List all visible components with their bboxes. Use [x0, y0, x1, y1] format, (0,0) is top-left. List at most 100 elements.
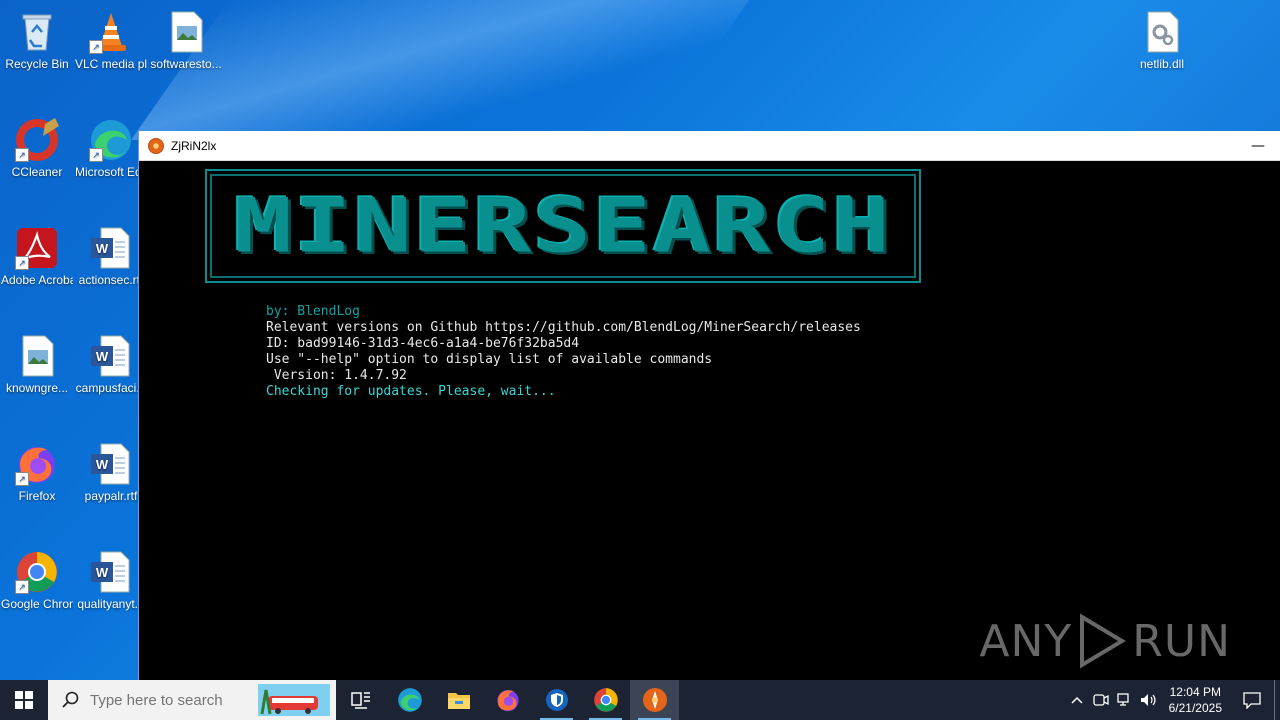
acrobat-icon: ↗	[15, 226, 59, 270]
search-highlight-illustration-icon	[258, 684, 330, 716]
taskbar-minersearch[interactable]	[630, 680, 679, 720]
icon-label: VLC media player	[75, 57, 147, 71]
minersearch-app-icon	[642, 688, 667, 712]
chrome-icon: ↗	[15, 550, 59, 594]
tray-network[interactable]	[1113, 680, 1137, 720]
icon-label: Google Chrome	[1, 597, 73, 611]
notification-icon	[1243, 692, 1261, 709]
ascii-banner: MINERSEARCH	[205, 169, 921, 283]
folder-icon	[447, 693, 470, 709]
desktop-icon-softwaresto[interactable]: softwaresto...	[150, 8, 222, 72]
ccleaner-icon: ↗	[15, 118, 59, 162]
desktop-icon-knowngre[interactable]: knowngre...	[1, 332, 73, 396]
action-center-button[interactable]	[1230, 680, 1274, 720]
console-lines: by: BlendLog Relevant versions on Github…	[266, 304, 861, 400]
image-file-icon	[15, 334, 59, 378]
icon-label: Firefox	[18, 489, 56, 503]
vlc-cone-icon: ↗	[89, 10, 133, 54]
svg-text:W: W	[96, 241, 109, 256]
speaker-icon	[1140, 694, 1156, 706]
svg-text:W: W	[96, 565, 109, 580]
edge-icon: ↗	[89, 118, 133, 162]
dll-gear-file-icon	[1140, 10, 1184, 54]
watermark-left: ANY	[979, 615, 1073, 667]
shortcut-arrow-icon: ↗	[15, 580, 29, 594]
taskbar-firefox[interactable]	[483, 680, 532, 720]
desktop-icon-ccleaner[interactable]: ↗ CCleaner	[1, 116, 73, 180]
word-document-icon: W	[89, 334, 133, 378]
desktop-icon-google-chrome[interactable]: ↗ Google Chrome	[1, 548, 73, 612]
word-document-icon: W	[89, 442, 133, 486]
taskbar-search-box[interactable]	[48, 680, 336, 720]
author-line: by: BlendLog	[266, 304, 360, 319]
desktop-icon-edge[interactable]: ↗ Microsoft Edge	[75, 116, 147, 180]
image-file-icon	[164, 10, 208, 54]
taskbar-security-app[interactable]	[532, 680, 581, 720]
window-title: ZjRiN2lx	[171, 138, 217, 153]
banner-text: MINERSEARCH	[234, 182, 892, 270]
taskbar-edge[interactable]	[385, 680, 434, 720]
update-status-line: Checking for updates. Please, wait...	[266, 384, 556, 399]
tray-volume[interactable]	[1137, 680, 1161, 720]
shortcut-arrow-icon: ↗	[15, 148, 29, 162]
desktop-icon-paypalr[interactable]: W paypalr.rtf	[75, 440, 147, 504]
desktop-icon-recycle-bin[interactable]: Recycle Bin	[1, 8, 73, 72]
taskbar-chrome[interactable]	[581, 680, 630, 720]
icon-label: knowngre...	[5, 381, 69, 395]
console-output[interactable]: MINERSEARCH by: BlendLog Relevant versio…	[139, 161, 1280, 681]
start-button[interactable]	[0, 680, 48, 720]
icon-label: Recycle Bin	[5, 57, 69, 71]
desktop-icon-actionsec[interactable]: W actionsec.rtf	[75, 224, 147, 288]
icon-label: Adobe Acrobat	[1, 273, 73, 287]
tray-meet-now[interactable]	[1089, 680, 1113, 720]
console-window[interactable]: ZjRiN2lx — MINERSEARCH by: BlendLog Rele…	[138, 131, 1280, 681]
word-document-icon: W	[89, 550, 133, 594]
anyrun-watermark: ANY RUN	[979, 613, 1231, 669]
clock-date: 6/21/2025	[1168, 701, 1222, 715]
svg-text:W: W	[96, 457, 109, 472]
word-document-icon: W	[89, 226, 133, 270]
taskbar-file-explorer[interactable]	[434, 680, 483, 720]
task-view-button[interactable]	[336, 680, 385, 720]
desktop-icon-vlc[interactable]: ↗ VLC media player	[75, 8, 147, 72]
show-desktop-button[interactable]	[1274, 680, 1280, 720]
search-icon	[62, 691, 79, 708]
task-view-icon	[350, 692, 370, 709]
chrome-icon	[593, 688, 618, 712]
firefox-icon	[496, 689, 519, 712]
minimize-button[interactable]: —	[1235, 131, 1280, 160]
desktop-light-streak	[130, 0, 750, 140]
version-line: Version: 1.4.7.92	[266, 368, 407, 383]
shortcut-arrow-icon: ↗	[89, 40, 103, 54]
icon-label: qualityanyt...	[77, 597, 145, 611]
taskbar: 12:04 PM 6/21/2025	[0, 680, 1280, 720]
shortcut-arrow-icon: ↗	[89, 148, 103, 162]
recycle-bin-icon	[15, 10, 59, 54]
versions-line: Relevant versions on Github https://gith…	[266, 320, 861, 335]
desktop-icon-campusfaci[interactable]: W campusfaci...	[75, 332, 147, 396]
help-line: Use "--help" option to display list of a…	[266, 352, 713, 367]
windows-logo-icon	[15, 691, 33, 709]
icon-label: paypalr.rtf	[84, 489, 138, 503]
desktop-icon-firefox[interactable]: ↗ Firefox	[1, 440, 73, 504]
icon-label: actionsec.rtf	[78, 273, 144, 287]
icon-label: CCleaner	[11, 165, 63, 179]
play-triangle-icon	[1080, 613, 1127, 669]
show-hidden-icons-button[interactable]	[1065, 680, 1089, 720]
taskbar-clock[interactable]: 12:04 PM 6/21/2025	[1169, 684, 1222, 716]
firefox-icon: ↗	[15, 442, 59, 486]
svg-text:W: W	[96, 349, 109, 364]
window-titlebar[interactable]: ZjRiN2lx —	[139, 131, 1280, 161]
icon-label: campusfaci...	[75, 381, 147, 395]
system-tray: 12:04 PM 6/21/2025	[1065, 680, 1280, 720]
clock-time: 12:04 PM	[1169, 685, 1221, 699]
shield-icon	[545, 689, 568, 711]
shortcut-arrow-icon: ↗	[15, 472, 29, 486]
desktop-icon-netlib-dll[interactable]: netlib.dll	[1126, 8, 1198, 72]
search-input[interactable]	[88, 690, 262, 710]
app-icon	[148, 137, 164, 154]
shortcut-arrow-icon: ↗	[15, 256, 29, 270]
desktop-icon-adobe-acrobat[interactable]: ↗ Adobe Acrobat	[1, 224, 73, 288]
desktop-icon-qualityanyt[interactable]: W qualityanyt...	[75, 548, 147, 612]
icon-label: Microsoft Edge	[75, 165, 147, 179]
